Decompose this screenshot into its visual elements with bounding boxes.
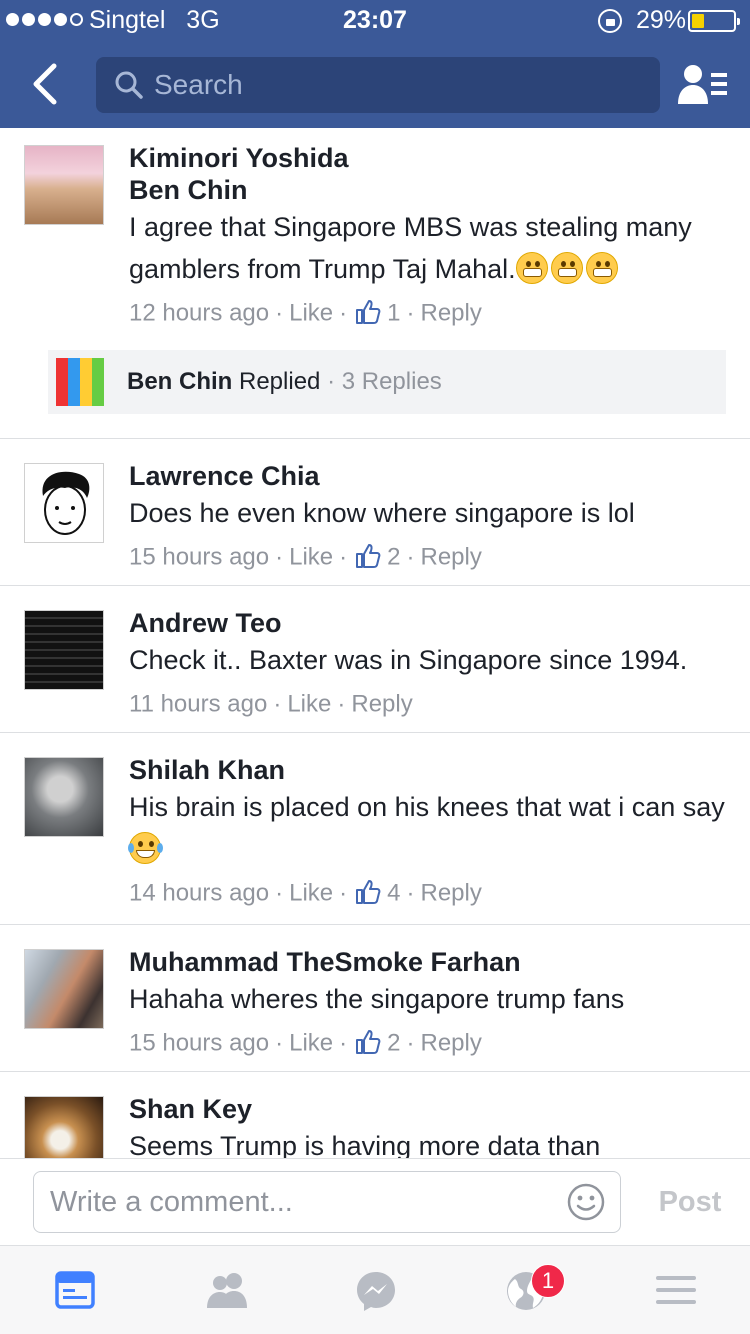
commenter-name[interactable]: Shilah Khan	[129, 754, 732, 786]
reply-link[interactable]: Reply	[421, 1030, 482, 1057]
like-count[interactable]: 2	[387, 1030, 400, 1057]
comment-text: Hahaha wheres the singapore trump fans	[129, 984, 625, 1014]
replier-name: Ben Chin	[127, 368, 233, 395]
comment-meta: 11 hours ago · Like · Reply	[129, 690, 413, 718]
comment-item: Shilah Khan His brain is placed on his k…	[0, 733, 750, 925]
cartoon-face-image	[42, 471, 90, 535]
like-link[interactable]: Like	[289, 1030, 333, 1057]
search-icon	[115, 71, 143, 99]
battery-percent: 29%	[636, 6, 687, 34]
thumbs-up-icon	[356, 543, 381, 568]
comment-meta: 15 hours ago · Like · 2 · Reply	[129, 1029, 482, 1057]
comment-text: Seems Trump is having more data than	[129, 1131, 601, 1158]
commenter-name[interactable]: Kiminori Yoshida	[129, 142, 732, 174]
reply-link[interactable]: Reply	[421, 300, 482, 327]
comment-list[interactable]: Kiminori Yoshida Ben Chin I agree that S…	[0, 128, 750, 1158]
reply-link[interactable]: Reply	[351, 691, 412, 718]
replied-label: Replied	[239, 368, 321, 395]
news-feed-icon	[55, 1271, 95, 1309]
tagged-name[interactable]: Ben Chin	[129, 174, 732, 206]
avatar[interactable]	[24, 757, 104, 837]
comment-meta: 15 hours ago · Like · 2 · Reply	[129, 543, 482, 571]
comment-text: Check it.. Baxter was in Singapore since…	[129, 645, 688, 675]
tab-more[interactable]	[600, 1246, 750, 1334]
tab-bar: 1	[0, 1246, 750, 1334]
comment-item: Shan Key Seems Trump is having more data…	[0, 1072, 750, 1158]
back-button[interactable]	[22, 60, 70, 108]
orientation-lock-icon	[598, 9, 622, 33]
tears-of-joy-icon	[128, 831, 163, 864]
comment-timestamp: 11 hours ago	[129, 690, 268, 718]
comment-text: Does he even know where singapore is lol	[129, 498, 635, 528]
menu-icon	[656, 1276, 696, 1304]
chevron-left-icon	[33, 63, 57, 105]
replies-summary[interactable]: Ben Chin Replied · 3 Replies	[48, 350, 726, 414]
friend-list-button[interactable]	[676, 62, 730, 108]
comment-meta: 14 hours ago · Like · 4 · Reply	[129, 879, 482, 907]
comment-item: Lawrence Chia Does he even know where si…	[0, 439, 750, 586]
comment-timestamp: 15 hours ago	[129, 543, 270, 571]
avatar[interactable]	[24, 1096, 104, 1158]
avatar[interactable]	[24, 949, 104, 1029]
search-bar[interactable]: Search	[96, 57, 660, 113]
avatar[interactable]	[24, 145, 104, 225]
thumbs-up-icon	[356, 1029, 381, 1054]
top-bar: Singtel 3G 23:07 29% Search	[0, 0, 750, 128]
like-count[interactable]: 2	[387, 544, 400, 571]
like-link[interactable]: Like	[289, 880, 333, 907]
search-input[interactable]: Search	[154, 57, 243, 113]
comment-meta: 12 hours ago · Like · 1 · Reply	[129, 299, 482, 327]
like-link[interactable]: Like	[289, 544, 333, 571]
comment-text: His brain is placed on his knees that wa…	[128, 786, 732, 870]
comment-timestamp: 12 hours ago	[129, 299, 270, 327]
replies-summary-text: Ben Chin Replied · 3 Replies	[127, 350, 442, 414]
comment-composer: Write a comment... Post	[0, 1158, 750, 1246]
thumbs-up-icon	[356, 299, 381, 324]
post-button[interactable]: Post	[650, 1171, 730, 1233]
grinning-face-icon	[515, 251, 548, 284]
reply-link[interactable]: Reply	[421, 880, 482, 907]
friends-icon	[207, 1273, 247, 1308]
tab-notifications[interactable]: 1	[450, 1246, 600, 1334]
comment-input[interactable]: Write a comment...	[33, 1171, 621, 1233]
commenter-name[interactable]: Shan Key	[129, 1093, 732, 1125]
notification-badge: 1	[531, 1264, 565, 1298]
messenger-icon	[357, 1272, 395, 1311]
comment-item: Muhammad TheSmoke Farhan Hahaha wheres t…	[0, 925, 750, 1072]
commenter-name[interactable]: Andrew Teo	[129, 607, 732, 639]
smiley-icon[interactable]	[566, 1182, 606, 1222]
tab-news-feed[interactable]	[0, 1246, 150, 1334]
comment-timestamp: 14 hours ago	[129, 879, 270, 907]
comment-item: Andrew Teo Check it.. Baxter was in Sing…	[0, 586, 750, 733]
grinning-face-icon	[550, 251, 583, 284]
comment-timestamp: 15 hours ago	[129, 1029, 270, 1057]
like-link[interactable]: Like	[287, 691, 331, 718]
avatar	[56, 358, 104, 406]
like-count[interactable]: 4	[387, 880, 400, 907]
grinning-face-icon	[585, 251, 618, 284]
tab-messenger[interactable]	[300, 1246, 450, 1334]
comment-item: Kiminori Yoshida Ben Chin I agree that S…	[0, 128, 750, 439]
commenter-name[interactable]: Lawrence Chia	[129, 460, 732, 492]
thumbs-up-icon	[356, 879, 381, 904]
like-link[interactable]: Like	[289, 300, 333, 327]
comment-text: I agree that Singapore MBS was stealing …	[129, 206, 732, 290]
friend-list-icon	[678, 65, 727, 104]
commenter-name[interactable]: Muhammad TheSmoke Farhan	[129, 946, 732, 978]
avatar[interactable]	[24, 610, 104, 690]
battery-icon	[688, 10, 740, 32]
like-count[interactable]: 1	[387, 300, 400, 327]
comment-input-placeholder: Write a comment...	[50, 1186, 293, 1218]
reply-link[interactable]: Reply	[421, 544, 482, 571]
status-bar: Singtel 3G 23:07 29%	[0, 0, 750, 40]
comment-text-body: His brain is placed on his knees that wa…	[129, 792, 725, 822]
replies-separator: ·	[327, 368, 336, 395]
tab-friend-requests[interactable]	[150, 1246, 300, 1334]
replies-count: 3 Replies	[341, 368, 442, 395]
avatar[interactable]	[24, 463, 104, 543]
